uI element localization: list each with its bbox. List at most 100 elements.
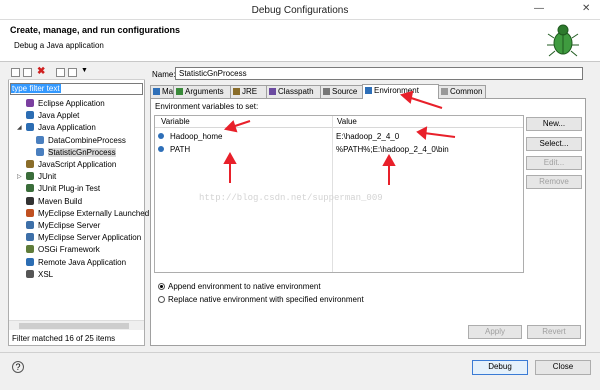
- help-icon[interactable]: ?: [12, 361, 24, 373]
- new-button[interactable]: New...: [526, 117, 582, 131]
- name-field[interactable]: StatisticGnProcess: [175, 67, 583, 80]
- tab-icon: [176, 88, 183, 95]
- expand-toggle-icon[interactable]: ◢: [17, 122, 22, 134]
- java-config-icon: [36, 147, 44, 156]
- tab-main[interactable]: Main: [150, 85, 179, 98]
- radio-replace[interactable]: Replace native environment with specifie…: [158, 295, 364, 305]
- tab-icon: [233, 88, 240, 95]
- junit-icon: [26, 172, 34, 181]
- tree-item[interactable]: Eclipse Application: [26, 98, 105, 110]
- tree-item-label: Java Applet: [38, 111, 80, 121]
- apply-button[interactable]: Apply: [468, 325, 522, 339]
- remote-icon: [26, 257, 34, 266]
- edit-button[interactable]: Edit...: [526, 156, 582, 170]
- header-title: Create, manage, and run configurations: [10, 25, 181, 35]
- left-toolbar: ✖ ▼: [8, 66, 145, 80]
- tree-item[interactable]: JavaScript Application: [26, 159, 116, 171]
- title-bar: Debug Configurations — ✕: [0, 0, 600, 20]
- tab-classpath[interactable]: Classpath: [266, 85, 321, 98]
- remove-button[interactable]: Remove: [526, 175, 582, 189]
- tab-icon: [441, 88, 448, 95]
- tree-item-label: JavaScript Application: [38, 160, 117, 169]
- tab-jre[interactable]: JRE: [230, 85, 267, 98]
- delete-icon[interactable]: ✖: [37, 66, 45, 77]
- radio-append[interactable]: Append environment to native environment: [158, 282, 321, 292]
- radio-replace-indicator[interactable]: [158, 296, 165, 303]
- osgi-icon: [26, 245, 34, 254]
- server-icon: [26, 221, 34, 229]
- tab-label: JRE: [242, 87, 258, 96]
- column-header-value[interactable]: Value: [333, 116, 523, 128]
- scrollbar-thumb[interactable]: [19, 323, 129, 329]
- variable-icon: [158, 133, 164, 139]
- close-window-icon[interactable]: ✕: [582, 3, 590, 14]
- tree-item-label: JUnit: [38, 172, 57, 182]
- tab-common[interactable]: Common: [438, 85, 486, 98]
- tree-item[interactable]: XSL: [26, 269, 53, 281]
- tree-item-label: Remote Java Application: [38, 257, 127, 267]
- expand-toggle-icon[interactable]: ▷: [17, 171, 22, 183]
- eclipse-icon: [26, 99, 34, 107]
- new-config-icon[interactable]: [11, 68, 20, 77]
- variable-icon: [158, 146, 164, 152]
- table-cell-value[interactable]: %PATH%;E:\hadoop_2_4_0\bin: [336, 144, 449, 156]
- tree-item-label: MyEclipse Server Application: [38, 233, 142, 243]
- tree-item[interactable]: MyEclipse Server: [26, 220, 100, 232]
- window-title: Debug Configurations: [251, 5, 349, 16]
- radio-append-indicator[interactable]: [158, 283, 165, 290]
- tree-item[interactable]: MyEclipse Server Application: [26, 232, 141, 244]
- tree-item[interactable]: ▷ JUnit: [17, 171, 57, 183]
- tree-item-label: Eclipse Application: [38, 99, 105, 108]
- tree-item-label: MyEclipse Server: [38, 221, 101, 230]
- tree-item-label: Java Application: [38, 123, 96, 133]
- select-button[interactable]: Select...: [526, 137, 582, 151]
- myeclipse-icon: [26, 208, 34, 217]
- debug-button[interactable]: Debug: [472, 360, 528, 375]
- tree-item[interactable]: OSGi Framework: [26, 244, 100, 256]
- tree-item[interactable]: Remote Java Application: [26, 257, 126, 269]
- tree-item-label: OSGi Framework: [38, 245, 100, 255]
- tree-item[interactable]: Maven Build: [26, 196, 82, 208]
- column-header-variable[interactable]: Variable: [155, 116, 332, 128]
- tree-item-label: DataCombineProcess: [48, 135, 126, 145]
- tab-arguments[interactable]: Arguments: [173, 85, 231, 98]
- tree-item-label: XSL: [38, 269, 54, 279]
- filter-input[interactable]: type filter text: [10, 83, 143, 95]
- filter-icon[interactable]: [68, 68, 77, 77]
- tab-environment[interactable]: Environment: [362, 84, 439, 99]
- tree-item[interactable]: StatisticGnProcess: [36, 147, 116, 159]
- env-variables-label: Environment variables to set:: [155, 102, 259, 111]
- table-cell-value[interactable]: E:\hadoop_2_4_0: [336, 131, 399, 143]
- tab-icon: [269, 88, 276, 95]
- java-app-icon: [26, 123, 34, 132]
- applet-icon: [26, 111, 34, 120]
- tree-item-label: JUnit Plug-in Test: [38, 184, 101, 194]
- java-config-icon: [36, 135, 44, 144]
- tree-item[interactable]: MyEclipse Externally Launched: [26, 208, 149, 220]
- tab-source[interactable]: Source: [320, 85, 363, 98]
- collapse-all-icon[interactable]: [56, 68, 65, 77]
- view-menu-icon[interactable]: ▼: [81, 67, 88, 74]
- tree-item-label: StatisticGnProcess: [48, 147, 116, 157]
- tree-item[interactable]: JUnit Plug-in Test: [26, 183, 100, 195]
- junit-plugin-icon: [26, 184, 34, 193]
- tab-label: Environment: [374, 86, 419, 95]
- table-row[interactable]: PATH: [158, 144, 190, 156]
- tab-label: Arguments: [185, 87, 224, 96]
- filter-status: Filter matched 16 of 25 items: [12, 334, 116, 343]
- duplicate-icon[interactable]: [23, 68, 32, 77]
- tab-label: Source: [332, 87, 358, 96]
- xsl-icon: [26, 269, 34, 278]
- close-button[interactable]: Close: [535, 360, 591, 375]
- tree-item[interactable]: DataCombineProcess: [36, 135, 126, 147]
- revert-button[interactable]: Revert: [527, 325, 581, 339]
- minimize-icon[interactable]: —: [534, 3, 544, 14]
- tree-item[interactable]: ◢ Java Application: [17, 122, 96, 134]
- table-row[interactable]: Hadoop_home: [158, 131, 222, 143]
- tab-icon: [323, 88, 330, 95]
- tab-icon: [365, 87, 372, 94]
- tab-label: Common: [450, 87, 483, 96]
- tree-item[interactable]: Java Applet: [26, 110, 79, 122]
- tree-horizontal-scrollbar[interactable]: [9, 320, 144, 330]
- header-subtitle: Debug a Java application: [14, 41, 104, 50]
